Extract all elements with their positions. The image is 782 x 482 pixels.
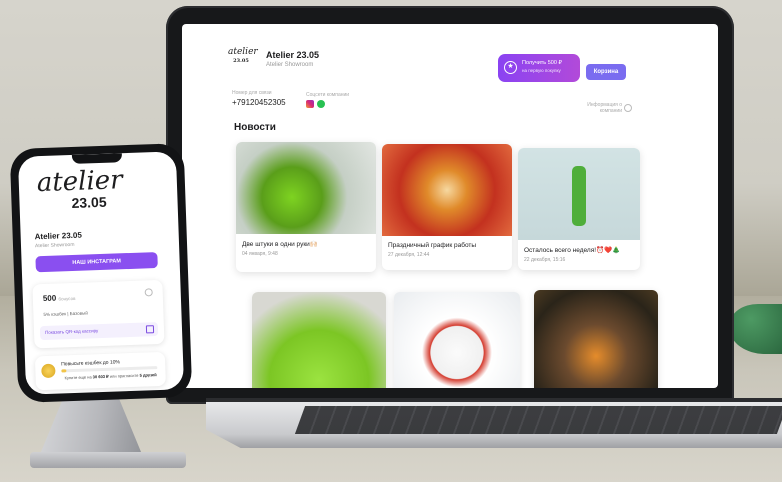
site-logo-number: 23.05 (233, 58, 249, 64)
site-subtitle: Atelier Showroom (266, 62, 314, 68)
show-qr-button[interactable]: Показать QR-код кассиру (39, 322, 159, 341)
get-bonus-button[interactable]: ★ Получить 500 ₽ на первую покупку (498, 54, 580, 82)
news-date: 27 декабря, 12:44 (388, 252, 430, 258)
news-card[interactable] (252, 292, 386, 388)
cashback-status: 5% кэшбек | Базовый (43, 310, 88, 318)
news-heading: Новости (234, 122, 276, 133)
qr-code-icon (145, 325, 155, 334)
medal-icon (41, 363, 56, 379)
bonus-balance-unit: бонусов (58, 295, 76, 302)
news-image (534, 290, 658, 388)
news-date: 04 января, 9:48 (242, 251, 278, 257)
level-note-amount: 30 603 ₽ (92, 373, 109, 380)
news-title: Осталось всего неделя!⏰❤️🎄 (524, 247, 621, 254)
news-image (518, 148, 640, 240)
app-subtitle: Atelier Showroom (34, 241, 75, 250)
bonus-button-subtitle: на первую покупку (522, 68, 561, 73)
app-logo-number: 23.05 (71, 193, 107, 211)
company-info-label[interactable]: Информация о компании (582, 102, 622, 114)
level-title: Повысьте кэшбек до 10% (61, 359, 121, 368)
show-qr-label: Показать QR-код кассиру (44, 328, 99, 335)
news-card[interactable]: Осталось всего неделя!⏰❤️🎄 22 декабря, 1… (518, 148, 640, 270)
info-icon[interactable] (624, 104, 632, 112)
news-card[interactable]: Две штуки в одни руки🙌🏻 04 января, 9:48 (236, 142, 376, 272)
smartphone: atelier 23.05 Atelier 23.05 Atelier Show… (9, 143, 193, 403)
bonus-button-title: Получить 500 ₽ (522, 60, 562, 66)
cart-button[interactable]: Корзина (586, 64, 626, 80)
news-image (394, 292, 520, 388)
social-label: Соцсети компании (306, 92, 350, 98)
site-logo-script: atelier (228, 47, 258, 57)
phone-screen: atelier 23.05 Atelier 23.05 Atelier Show… (17, 151, 185, 395)
bonus-balance: 500 бонусов (43, 293, 76, 303)
news-image (236, 142, 376, 234)
news-image (382, 144, 512, 236)
level-progress-bar (61, 366, 158, 373)
phone-notch (71, 153, 123, 164)
bonus-balance-value: 500 (42, 293, 57, 304)
instagram-icon[interactable] (306, 100, 314, 108)
social-links (306, 100, 325, 108)
app-brand: Atelier 23.05 (34, 230, 82, 242)
laptop-keyboard (294, 406, 782, 434)
level-note-prefix: Купите еще на (64, 374, 92, 381)
star-icon: ★ (504, 61, 517, 74)
news-date: 22 декабря, 15:16 (524, 257, 566, 263)
news-title: Праздничный график работы (388, 242, 477, 249)
phone-stand-base (30, 452, 186, 468)
news-title: Две штуки в одни руки🙌🏻 (242, 241, 318, 248)
level-progress-fill (61, 369, 67, 373)
whatsapp-icon[interactable] (317, 100, 325, 108)
laptop-screen: atelier 23.05 Atelier 23.05 Atelier Show… (182, 24, 718, 388)
phone-label: Номер для связи (232, 90, 272, 96)
app-logo-script: atelier (36, 165, 124, 199)
instagram-button[interactable]: НАШ ИНСТАГРАМ (35, 252, 158, 273)
info-icon[interactable] (144, 288, 153, 297)
level-note-middle: или пригласите (109, 372, 139, 379)
news-card[interactable]: Праздничный график работы 27 декабря, 12… (382, 144, 512, 270)
level-note: Купите еще на 30 603 ₽ или пригласите 5 … (62, 372, 160, 380)
level-note-friends: 5 друзей (139, 372, 157, 378)
news-card[interactable] (534, 290, 658, 388)
site-brand: Atelier 23.05 (266, 50, 320, 60)
phone-number[interactable]: +79120452305 (232, 98, 286, 107)
bonus-card: 500 бонусов 5% кэшбек | Базовый Показать… (32, 279, 165, 349)
site-header: atelier 23.05 Atelier 23.05 Atelier Show… (182, 24, 718, 84)
level-card: Повысьте кэшбек до 10% Купите еще на 30 … (34, 351, 166, 391)
news-image (252, 292, 386, 388)
site-logo[interactable]: atelier 23.05 (228, 48, 258, 68)
news-card[interactable] (394, 292, 520, 388)
